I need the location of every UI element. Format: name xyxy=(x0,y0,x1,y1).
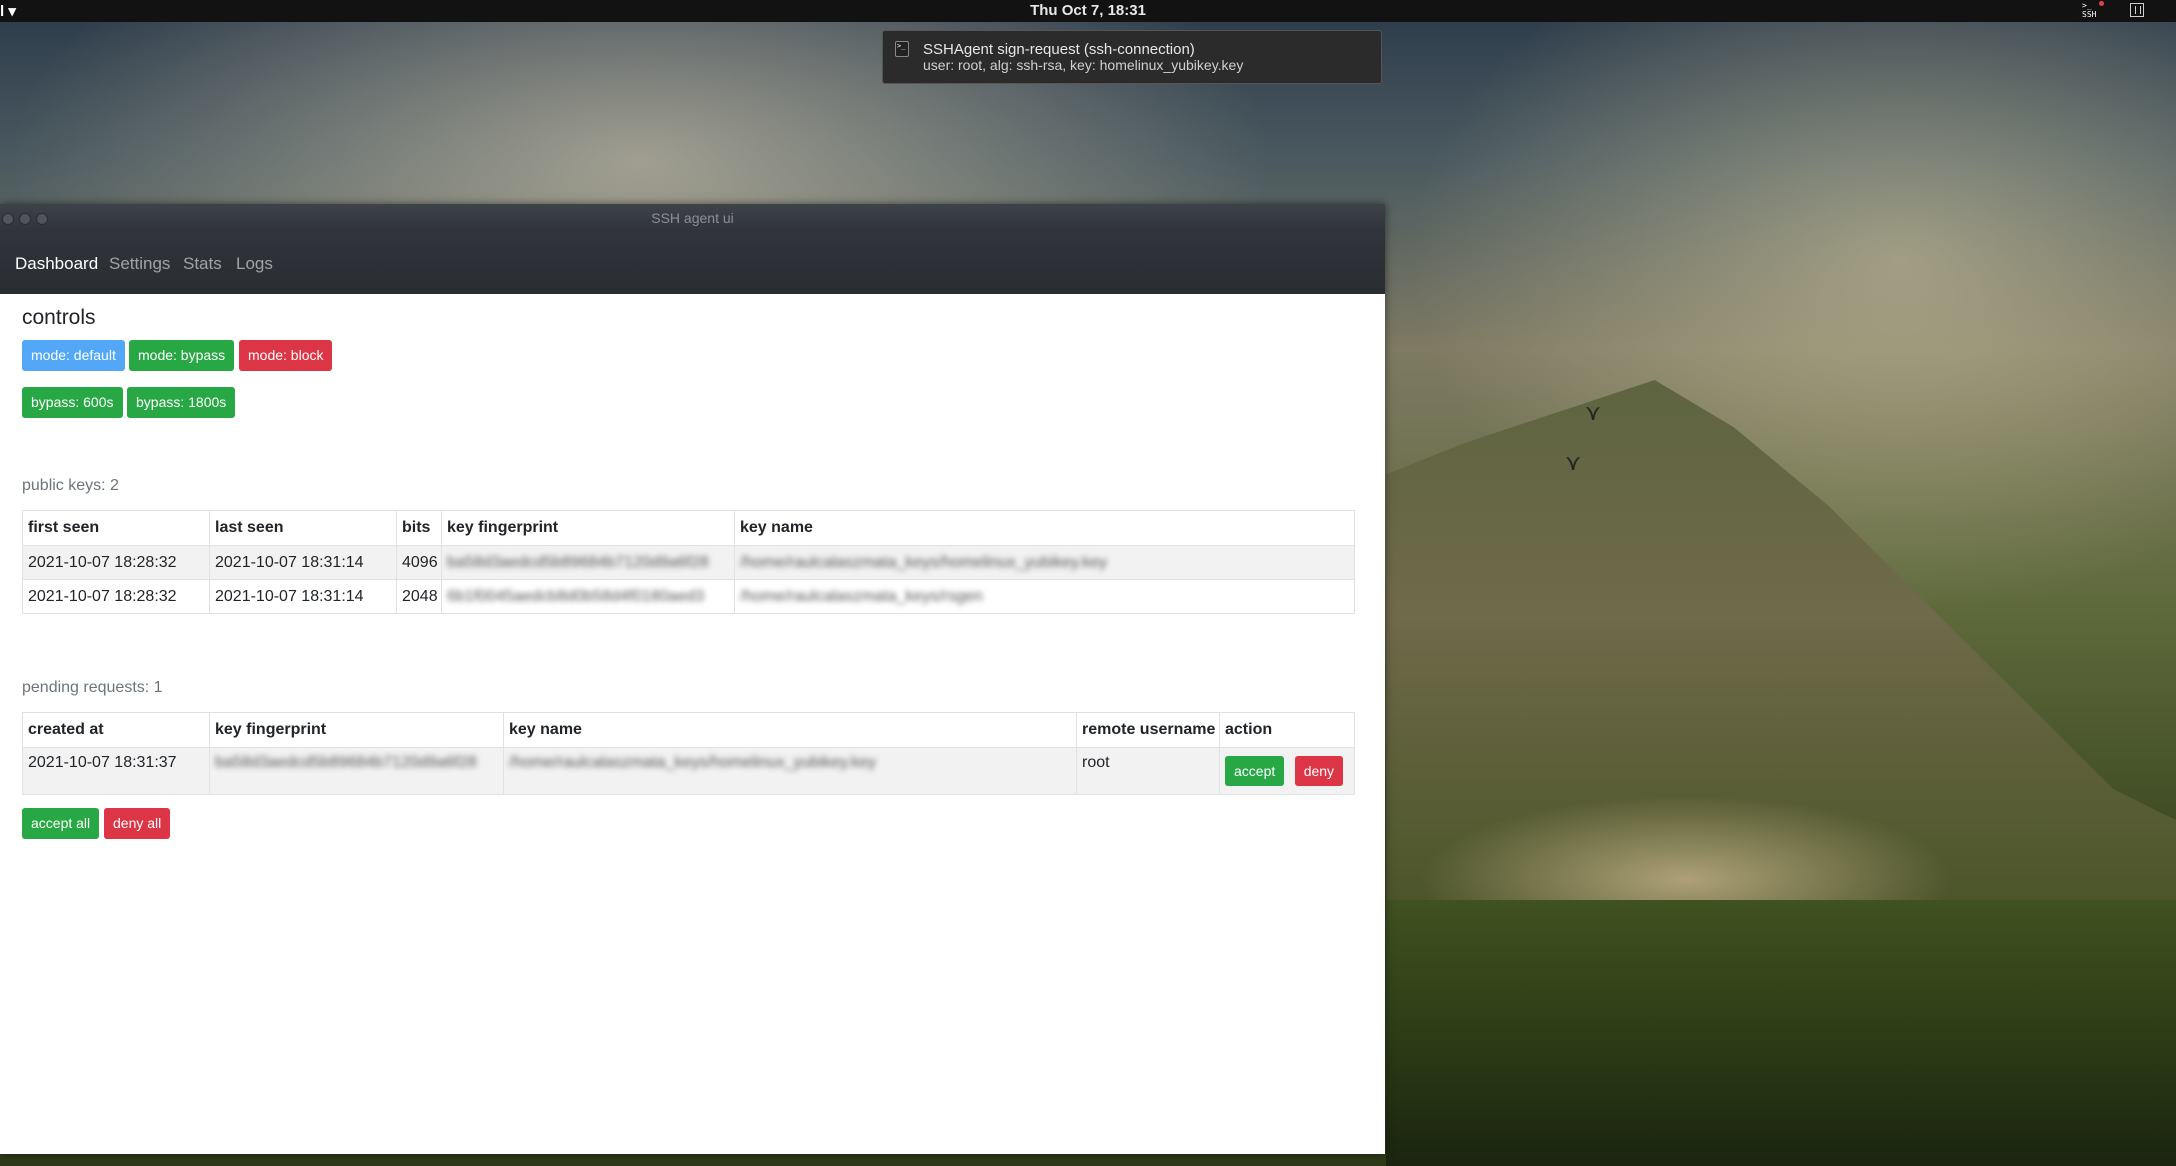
column-header: last seen xyxy=(209,510,397,546)
column-header: key name xyxy=(734,510,1355,546)
fingerprint-cell: ba58d3aedcd5b89684b7120d9a6f28 xyxy=(441,545,735,580)
notification-dot-icon xyxy=(2099,1,2104,6)
bird-icon: ⋎ xyxy=(1585,400,1602,425)
table-row: 2021-10-07 18:28:32 2021-10-07 18:31:14 … xyxy=(22,545,1355,580)
keyboard-layout-icon[interactable] xyxy=(2130,3,2144,17)
column-header: key fingerprint xyxy=(209,712,504,748)
clock[interactable]: Thu Oct 7, 18:31 xyxy=(0,2,2176,19)
deny-button[interactable]: deny xyxy=(1294,756,1344,786)
action-cell: accept deny xyxy=(1219,747,1355,795)
table-row: 2021-10-07 18:31:37 ba58d3aedcd5b89684b7… xyxy=(22,747,1355,795)
nav-stats[interactable]: Stats xyxy=(183,254,222,274)
notification-title: SSHAgent sign-request (ssh-connection) xyxy=(923,41,1195,58)
key-name-cell: /home/raulcalaszmata_keys/homelinux_yubi… xyxy=(734,545,1355,580)
last-seen-cell: 2021-10-07 18:31:14 xyxy=(209,545,397,580)
bypass-1800s-button[interactable]: bypass: 1800s xyxy=(127,387,236,418)
first-seen-cell: 2021-10-07 18:28:32 xyxy=(22,545,210,580)
column-header: key fingerprint xyxy=(441,510,735,546)
column-header: remote username xyxy=(1076,712,1220,748)
public-keys-table: first seen last seen bits key fingerprin… xyxy=(22,510,1355,614)
minimize-window-button[interactable] xyxy=(19,213,31,225)
column-header: created at xyxy=(22,712,210,748)
table-header-row: first seen last seen bits key fingerprin… xyxy=(22,510,1355,546)
notification-body: user: root, alg: ssh-rsa, key: homelinux… xyxy=(923,57,1244,73)
key-name-value: /home/raulcalaszmata_keys/homelinux_yubi… xyxy=(740,553,1107,571)
key-name-value: /home/raulcalaszmata_keys/rsgen xyxy=(740,587,983,605)
bird-icon: ⋎ xyxy=(1565,450,1582,475)
bits-cell: 2048 xyxy=(396,579,442,614)
key-name-cell: /home/raulcalaszmata_keys/homelinux_yubi… xyxy=(503,747,1077,795)
window-titlebar[interactable]: SSH agent ui xyxy=(0,204,1385,232)
accept-button[interactable]: accept xyxy=(1225,756,1285,786)
close-window-button[interactable] xyxy=(2,213,14,225)
nav-logs[interactable]: Logs xyxy=(236,254,273,274)
fingerprint-value: ba58d3aedcd5b89684b7120d9a6f28 xyxy=(215,754,477,771)
key-name-value: /home/raulcalaszmata_keys/homelinux_yubi… xyxy=(509,754,876,771)
table-header-row: created at key fingerprint key name remo… xyxy=(22,712,1355,748)
fingerprint-value: 6b1f0045aedcb8d0b58d4f0180aed3 xyxy=(447,587,705,605)
mode-bypass-button[interactable]: mode: bypass xyxy=(129,340,235,371)
dashboard-content: controls mode: default mode: bypass mode… xyxy=(0,294,1385,1154)
first-seen-cell: 2021-10-07 18:28:32 xyxy=(22,579,210,614)
table-row: 2021-10-07 18:28:32 2021-10-07 18:31:14 … xyxy=(22,579,1355,614)
bypass-600s-button[interactable]: bypass: 600s xyxy=(22,387,123,418)
pending-requests-table: created at key fingerprint key name remo… xyxy=(22,712,1355,795)
deny-all-button[interactable]: deny all xyxy=(104,808,171,839)
navbar: Dashboard Settings Stats Logs xyxy=(0,232,1385,294)
last-seen-cell: 2021-10-07 18:31:14 xyxy=(209,579,397,614)
nav-settings[interactable]: Settings xyxy=(109,254,170,274)
pending-requests-count: pending requests: 1 xyxy=(22,679,163,696)
window-title: SSH agent ui xyxy=(651,210,734,226)
fingerprint-cell: ba58d3aedcd5b89684b7120d9a6f28 xyxy=(209,747,504,795)
key-name-cell: /home/raulcalaszmata_keys/rsgen xyxy=(734,579,1355,614)
column-header: key name xyxy=(503,712,1077,748)
column-header: first seen xyxy=(22,510,210,546)
accept-all-button[interactable]: accept all xyxy=(22,808,100,839)
nav-dashboard[interactable]: Dashboard xyxy=(15,254,98,274)
created-at-cell: 2021-10-07 18:31:37 xyxy=(22,747,210,795)
mode-default-button[interactable]: mode: default xyxy=(22,340,125,371)
controls-heading: controls xyxy=(22,306,96,329)
app-window: SSH agent ui Dashboard Settings Stats Lo… xyxy=(0,204,1385,1154)
maximize-window-button[interactable] xyxy=(36,213,48,225)
remote-username-cell: root xyxy=(1076,747,1220,795)
notification-popup[interactable]: >_ SSHAgent sign-request (ssh-connection… xyxy=(882,30,1382,84)
ssh-tray-icon[interactable]: >_ SSH xyxy=(2082,1,2104,21)
public-keys-count: public keys: 2 xyxy=(22,477,119,494)
top-bar: l ▾ Thu Oct 7, 18:31 >_ SSH xyxy=(0,0,2176,22)
mode-block-button[interactable]: mode: block xyxy=(239,340,333,371)
fingerprint-value: ba58d3aedcd5b89684b7120d9a6f28 xyxy=(447,553,709,571)
bits-cell: 4096 xyxy=(396,545,442,580)
fingerprint-cell: 6b1f0045aedcb8d0b58d4f0180aed3 xyxy=(441,579,735,614)
terminal-icon: >_ xyxy=(895,41,909,57)
wallpaper-forest xyxy=(1386,900,2176,1166)
column-header: bits xyxy=(396,510,442,546)
column-header: action xyxy=(1219,712,1355,748)
